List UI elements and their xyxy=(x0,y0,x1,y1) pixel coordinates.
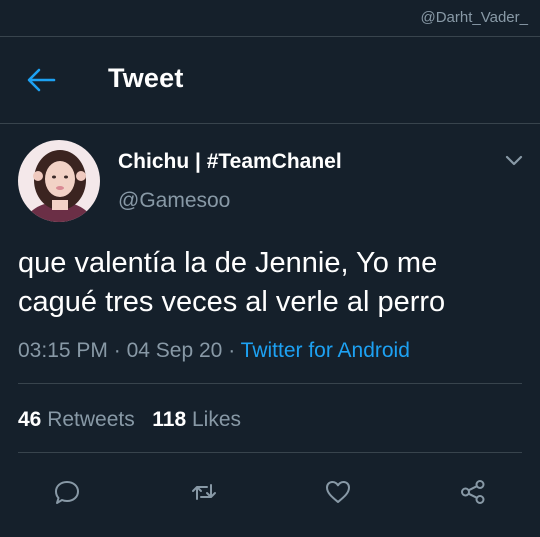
avatar[interactable] xyxy=(18,140,100,222)
share-icon[interactable] xyxy=(459,478,487,506)
divider xyxy=(18,452,522,453)
meta-separator: · xyxy=(228,339,236,362)
like-icon[interactable] xyxy=(324,478,352,506)
arrow-left-icon[interactable] xyxy=(26,67,56,93)
likes-stat[interactable]: 118 Likes xyxy=(152,408,241,431)
author-display-name[interactable]: Chichu | #TeamChanel xyxy=(118,150,342,174)
tweet-source-link[interactable]: Twitter for Android xyxy=(241,339,410,362)
retweets-stat[interactable]: 46 Retweets xyxy=(18,408,135,431)
likes-label: Likes xyxy=(192,408,242,431)
tweet-text-line: cagué tres veces al verle al perro xyxy=(18,286,446,318)
tweet-date: 04 Sep 20 xyxy=(126,339,223,362)
likes-count: 118 xyxy=(152,408,187,431)
chevron-down-icon[interactable] xyxy=(504,153,524,167)
tweet-meta: 03:15 PM · 04 Sep 20 · Twitter for Andro… xyxy=(18,339,410,363)
retweets-count: 46 xyxy=(18,408,42,431)
header: Tweet xyxy=(0,37,540,124)
meta-separator: · xyxy=(113,339,121,362)
author-handle[interactable]: @Gamesoo xyxy=(118,189,230,213)
tweet-time: 03:15 PM xyxy=(18,339,108,362)
divider xyxy=(18,383,522,384)
tweet-stats: 46 Retweets 118 Likes xyxy=(18,408,241,432)
retweets-label: Retweets xyxy=(47,408,135,431)
watermark: @Darht_Vader_ xyxy=(420,9,528,26)
reply-icon[interactable] xyxy=(53,478,81,506)
tweet-text: que valentía la de Jennie, Yo me cagué t… xyxy=(18,244,528,322)
retweet-icon[interactable] xyxy=(190,478,218,506)
watermark-bar: @Darht_Vader_ xyxy=(0,0,540,37)
tweet-text-line: que valentía la de Jennie, Yo me xyxy=(18,247,438,279)
page-title: Tweet xyxy=(108,63,184,93)
